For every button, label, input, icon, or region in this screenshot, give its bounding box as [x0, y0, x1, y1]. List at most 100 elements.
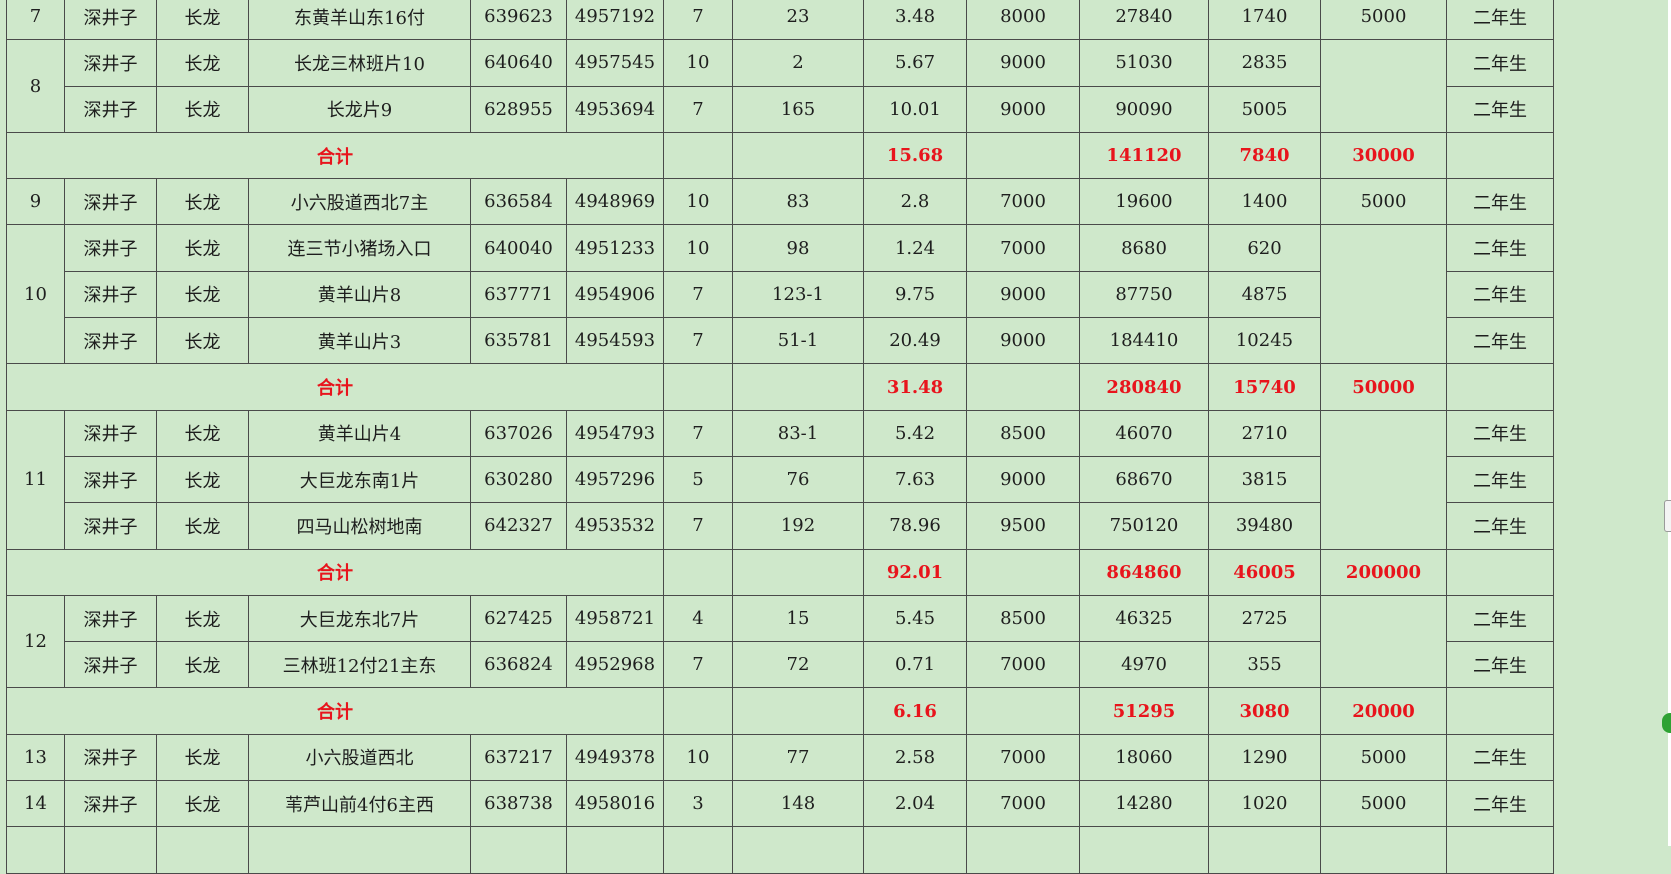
cell-amount[interactable]: 184410: [1079, 317, 1209, 365]
scrollbar-handle[interactable]: [1664, 500, 1671, 532]
cell-plot[interactable]: 三林班12付21主东: [248, 641, 471, 689]
total-amount-cell[interactable]: 141120: [1079, 131, 1209, 180]
cell-village[interactable]: 长龙: [156, 39, 249, 87]
cell-area[interactable]: 2.58: [863, 733, 967, 782]
cell-price[interactable]: [966, 687, 1080, 735]
cell-fee[interactable]: 2835: [1208, 39, 1321, 87]
cell-lin-ban[interactable]: 3: [663, 780, 733, 828]
cell-amount[interactable]: 18060: [1079, 733, 1209, 782]
cell-xiao-ban[interactable]: 23: [732, 0, 864, 41]
row-number-cell[interactable]: 12: [6, 594, 65, 689]
cell-remark[interactable]: 二年生: [1446, 455, 1554, 504]
cell-fee[interactable]: 1290: [1208, 733, 1321, 782]
cell-price[interactable]: [966, 826, 1080, 874]
cell-lin-ban[interactable]: 7: [663, 270, 733, 319]
cell-price[interactable]: 9000: [966, 85, 1080, 133]
cell-amount[interactable]: 750120: [1079, 502, 1209, 550]
cell-township[interactable]: 深井子: [64, 733, 157, 782]
row-number-cell[interactable]: [6, 826, 65, 874]
cell-amount[interactable]: 68670: [1079, 455, 1209, 504]
cell-price[interactable]: 8500: [966, 594, 1080, 643]
cell-price[interactable]: 8500: [966, 409, 1080, 457]
total-fee-cell[interactable]: 3080: [1208, 687, 1321, 735]
cell-price[interactable]: 7000: [966, 641, 1080, 689]
cell-xiao-ban[interactable]: [732, 548, 864, 596]
cell-lin-ban[interactable]: 10: [663, 39, 733, 87]
cell-plot[interactable]: 黄羊山片8: [248, 270, 471, 319]
total-fee-cell[interactable]: 7840: [1208, 131, 1321, 180]
total-area-cell[interactable]: 15.68: [863, 131, 967, 180]
cell-fee[interactable]: 10245: [1208, 317, 1321, 365]
cell-deposit[interactable]: 5000: [1320, 780, 1447, 828]
cell-lin-ban[interactable]: 7: [663, 409, 733, 457]
cell-lin-ban[interactable]: 10: [663, 733, 733, 782]
cell-y[interactable]: 4949378: [566, 733, 664, 782]
spreadsheet-grid[interactable]: 7 深井子 长龙 东黄羊山东16付 639623 4957192 7 23 3.48 8000 27…: [6, 0, 1554, 874]
cell-village[interactable]: 长龙: [156, 224, 249, 272]
cell-amount[interactable]: 90090: [1079, 85, 1209, 133]
cell-township[interactable]: 深井子: [64, 224, 157, 272]
cell-township[interactable]: 深井子: [64, 270, 157, 319]
cell-plot[interactable]: 大巨龙东北7片: [248, 594, 471, 643]
side-panel-toggle-icon[interactable]: [1662, 713, 1671, 733]
cell-area[interactable]: 9.75: [863, 270, 967, 319]
cell-deposit[interactable]: [1320, 826, 1447, 874]
cell-remark[interactable]: [1446, 826, 1554, 874]
cell-x[interactable]: 637026: [470, 409, 567, 457]
cell-plot[interactable]: 小六股道西北: [248, 733, 471, 782]
cell-township[interactable]: 深井子: [64, 178, 157, 226]
cell-xiao-ban[interactable]: 77: [732, 733, 864, 782]
cell-y[interactable]: 4952968: [566, 641, 664, 689]
cell-lin-ban[interactable]: [663, 363, 733, 411]
cell-lin-ban[interactable]: [663, 826, 733, 874]
cell-village[interactable]: 长龙: [156, 780, 249, 828]
cell-remark[interactable]: 二年生: [1446, 178, 1554, 226]
cell-x[interactable]: [470, 826, 567, 874]
row-number-cell[interactable]: 8: [6, 39, 65, 133]
cell-x[interactable]: 630280: [470, 455, 567, 504]
cell-plot[interactable]: 小六股道西北7主: [248, 178, 471, 226]
cell-price[interactable]: 9500: [966, 502, 1080, 550]
data-table[interactable]: 7 深井子 长龙 东黄羊山东16付 639623 4957192 7 23 3.48 8000 27…: [6, 0, 1554, 874]
cell-amount[interactable]: 8680: [1079, 224, 1209, 272]
cell-village[interactable]: 长龙: [156, 178, 249, 226]
cell-lin-ban[interactable]: 10: [663, 178, 733, 226]
cell-price[interactable]: 7000: [966, 224, 1080, 272]
cell-remark[interactable]: 二年生: [1446, 409, 1554, 457]
cell-y[interactable]: 4954593: [566, 317, 664, 365]
subtotal-label-cell[interactable]: 合计: [6, 548, 664, 596]
cell-remark[interactable]: 二年生: [1446, 502, 1554, 550]
cell-y[interactable]: 4957545: [566, 39, 664, 87]
subtotal-label-cell[interactable]: 合计: [6, 131, 664, 180]
cell-xiao-ban[interactable]: [732, 131, 864, 180]
cell-x[interactable]: 637771: [470, 270, 567, 319]
cell-lin-ban[interactable]: 7: [663, 641, 733, 689]
cell-price[interactable]: 9000: [966, 317, 1080, 365]
cell-fee[interactable]: 5005: [1208, 85, 1321, 133]
cell-plot[interactable]: 苇芦山前4付6主西: [248, 780, 471, 828]
cell-village[interactable]: 长龙: [156, 455, 249, 504]
cell-area[interactable]: [863, 826, 967, 874]
cell-xiao-ban[interactable]: 72: [732, 641, 864, 689]
cell-fee[interactable]: 2710: [1208, 409, 1321, 457]
cell-price[interactable]: 7000: [966, 733, 1080, 782]
cell-area[interactable]: 78.96: [863, 502, 967, 550]
cell-lin-ban[interactable]: 7: [663, 0, 733, 41]
cell-plot[interactable]: 长龙三林班片10: [248, 39, 471, 87]
row-number-cell[interactable]: 11: [6, 409, 65, 550]
cell-x[interactable]: 642327: [470, 502, 567, 550]
row-number-cell[interactable]: 10: [6, 224, 65, 365]
cell-amount[interactable]: 51030: [1079, 39, 1209, 87]
cell-price[interactable]: 9000: [966, 455, 1080, 504]
cell-price[interactable]: 7000: [966, 178, 1080, 226]
cell-y[interactable]: 4957296: [566, 455, 664, 504]
cell-fee[interactable]: 1400: [1208, 178, 1321, 226]
cell-xiao-ban[interactable]: 165: [732, 85, 864, 133]
cell-y[interactable]: [566, 826, 664, 874]
cell-lin-ban[interactable]: 4: [663, 594, 733, 643]
cell-village[interactable]: 长龙: [156, 641, 249, 689]
cell-remark[interactable]: 二年生: [1446, 39, 1554, 87]
total-area-cell[interactable]: 92.01: [863, 548, 967, 596]
cell-xiao-ban[interactable]: 123-1: [732, 270, 864, 319]
cell-township[interactable]: 深井子: [64, 39, 157, 87]
